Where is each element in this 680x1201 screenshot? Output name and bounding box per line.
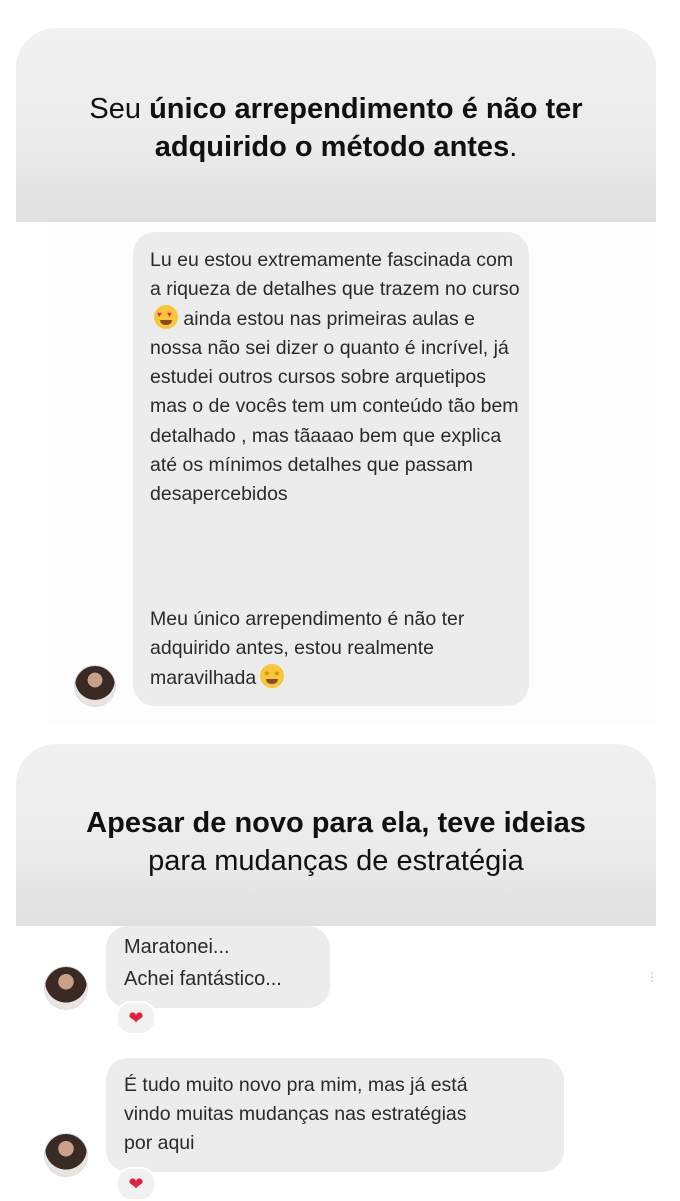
message-2-line-1: Maratonei... — [124, 936, 230, 958]
headline-card-1: Seu único arrependimento é não ter adqui… — [16, 28, 656, 222]
more-options-icon[interactable]: ⋮ — [646, 970, 658, 984]
message-paragraph-1-continued: ainda estou nas primeiras aulas e nossa … — [150, 307, 519, 506]
headline-1-bold-line1: único arrependimento é não ter — [149, 93, 583, 125]
message-3-line-3: por aqui — [124, 1132, 195, 1154]
message-3-line-2: vindo muitas mudanças nas estratégias — [124, 1103, 467, 1125]
message-bubble-2: Maratonei... Achei fantástico... — [106, 926, 330, 1008]
headline-1-bold-line2: adquirido o método antes — [154, 131, 510, 163]
headline-2: Apesar de novo para ela, teve ideias par… — [16, 804, 656, 880]
message-bubble-testimonial: Lu eu estou extremamente fascinada com a… — [133, 232, 529, 706]
headline-1-period: . — [509, 131, 518, 163]
star-struck-emoji-icon: ★ ★ — [260, 663, 285, 688]
headline-2-bold: Apesar de novo para ela, teve ideias — [86, 807, 586, 839]
avatar[interactable] — [44, 966, 88, 1010]
message-2-line-2: Achei fantástico... — [124, 968, 282, 990]
message-paragraph-1: Lu eu estou extremamente fascinada com a… — [150, 246, 520, 510]
headline-card-2: Apesar de novo para ela, teve ideias par… — [16, 744, 656, 926]
message-paragraph-1-text: Lu eu estou extremamente fascinada com a… — [150, 249, 520, 301]
avatar[interactable] — [74, 665, 116, 707]
heart-reaction-icon[interactable]: ❤ — [116, 1167, 156, 1201]
message-bubble-3: É tudo muito novo pra mim, mas já está v… — [106, 1058, 564, 1172]
message-3-line-1: É tudo muito novo pra mim, mas já está — [124, 1074, 468, 1096]
headline-1-prefix: Seu — [89, 93, 150, 125]
message-paragraph-2-text: Meu único arrependimento é não ter adqui… — [150, 608, 465, 689]
avatar[interactable] — [44, 1133, 88, 1177]
headline-1: Seu único arrependimento é não ter adqui… — [16, 90, 656, 166]
headline-2-regular: para mudanças de estratégia — [148, 845, 524, 877]
heart-eyes-emoji-icon: ♥ ♥ — [154, 304, 178, 329]
heart-reaction-icon[interactable]: ❤ — [116, 1001, 156, 1035]
message-paragraph-2: Meu único arrependimento é não ter adqui… — [150, 605, 520, 693]
